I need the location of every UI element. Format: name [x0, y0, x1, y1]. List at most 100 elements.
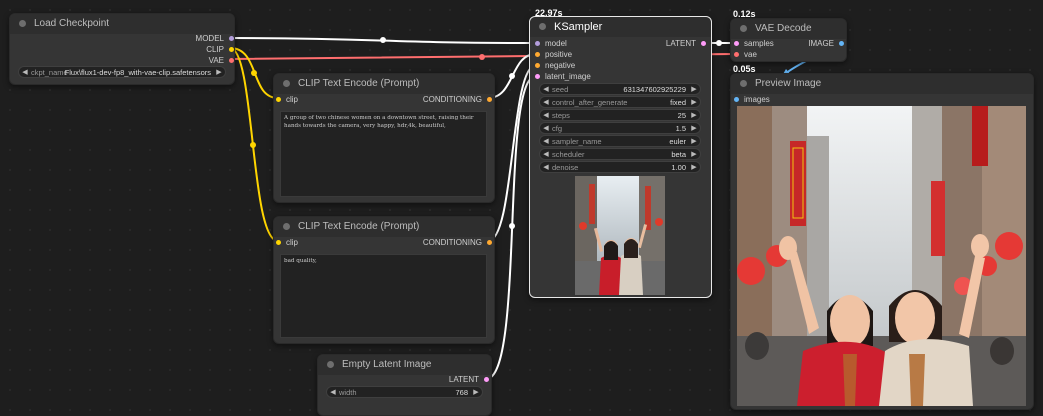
- clip-text-encode-negative-node[interactable]: CLIP Text Encode (Prompt) clip CONDITION…: [273, 216, 495, 344]
- preview-image-title-text: Preview Image: [755, 78, 822, 89]
- wire-samples-midpoint: [716, 40, 722, 46]
- collapse-dot-icon[interactable]: [19, 20, 26, 27]
- denoise-label: denoise: [552, 163, 579, 172]
- input-clip-neg[interactable]: clip: [276, 237, 298, 249]
- arrow-right-icon[interactable]: ▶: [215, 67, 223, 79]
- arrow-right-icon[interactable]: ▶: [690, 149, 698, 161]
- vae-decode-node[interactable]: VAE Decode samples vae IMAGE: [730, 18, 847, 62]
- load-checkpoint-title[interactable]: Load Checkpoint: [10, 14, 234, 34]
- arrow-left-icon[interactable]: ◀: [21, 67, 29, 79]
- arrow-left-icon[interactable]: ◀: [542, 84, 550, 96]
- control-after-generate-value: fixed: [670, 98, 686, 107]
- scheduler-value: beta: [671, 150, 686, 159]
- vae-decode-title[interactable]: VAE Decode: [731, 19, 846, 39]
- input-vae[interactable]: vae: [734, 49, 757, 61]
- output-conditioning-pos-label: CONDITIONING: [422, 95, 482, 104]
- input-images[interactable]: images: [734, 94, 770, 106]
- wire-clip-pos-midpoint: [251, 70, 257, 76]
- sampler-name-widget[interactable]: ◀ sampler_name euler ▶: [539, 135, 701, 147]
- ksampler-timing: 22.97s: [535, 8, 563, 18]
- wire-model: [229, 37, 537, 44]
- sampler-name-label: sampler_name: [552, 137, 602, 146]
- collapse-dot-icon[interactable]: [740, 80, 747, 87]
- scheduler-widget[interactable]: ◀ scheduler beta ▶: [539, 148, 701, 160]
- collapse-dot-icon[interactable]: [327, 361, 334, 368]
- denoise-value: 1.00: [671, 163, 686, 172]
- arrow-left-icon[interactable]: ◀: [542, 110, 550, 122]
- input-latent-dot-icon[interactable]: [535, 74, 540, 79]
- seed-widget[interactable]: ◀ seed 631347602925229 ▶: [539, 83, 701, 95]
- arrow-left-icon[interactable]: ◀: [542, 149, 550, 161]
- output-conditioning-dot-icon[interactable]: [487, 240, 492, 245]
- input-clip-pos[interactable]: clip: [276, 94, 298, 106]
- output-conditioning-dot-icon[interactable]: [487, 97, 492, 102]
- wire-vae-midpoint: [479, 54, 485, 60]
- negative-prompt-textarea[interactable]: bad quality,: [280, 254, 487, 338]
- street-photo-image: [737, 106, 1026, 406]
- ksampler-node[interactable]: KSampler model positive negative latent_…: [529, 16, 712, 298]
- input-positive-dot-icon[interactable]: [535, 52, 540, 57]
- output-latent-dot-icon[interactable]: [701, 41, 706, 46]
- positive-prompt-textarea[interactable]: A group of two chinese women on a downto…: [280, 111, 487, 197]
- clip-pos-title[interactable]: CLIP Text Encode (Prompt): [274, 74, 494, 94]
- input-clip-dot-icon[interactable]: [276, 97, 281, 102]
- output-latent-ksampler[interactable]: LATENT: [666, 38, 706, 50]
- collapse-dot-icon[interactable]: [740, 25, 747, 32]
- output-latent-ksampler-label: LATENT: [665, 39, 696, 48]
- output-clip-dot-icon[interactable]: [229, 47, 234, 52]
- control-after-generate-widget[interactable]: ◀ control_after_generate fixed ▶: [539, 96, 701, 108]
- arrow-right-icon[interactable]: ▶: [690, 84, 698, 96]
- arrow-right-icon[interactable]: ▶: [690, 162, 698, 174]
- collapse-dot-icon[interactable]: [283, 80, 290, 87]
- input-images-dot-icon[interactable]: [734, 97, 739, 102]
- collapse-dot-icon[interactable]: [539, 23, 546, 30]
- output-latent-empty[interactable]: LATENT: [449, 374, 489, 386]
- output-conditioning-pos[interactable]: CONDITIONING: [423, 94, 492, 106]
- empty-latent-image-node[interactable]: Empty Latent Image LATENT ◀ width 768 ▶: [317, 354, 492, 416]
- empty-latent-title[interactable]: Empty Latent Image: [318, 355, 491, 375]
- input-clip-dot-icon[interactable]: [276, 240, 281, 245]
- arrow-left-icon[interactable]: ◀: [329, 387, 337, 399]
- steps-widget[interactable]: ◀ steps 25 ▶: [539, 109, 701, 121]
- width-label: width: [339, 388, 357, 397]
- arrow-left-icon[interactable]: ◀: [542, 97, 550, 109]
- input-model-dot-icon[interactable]: [535, 41, 540, 46]
- arrow-right-icon[interactable]: ▶: [690, 136, 698, 148]
- output-conditioning-neg[interactable]: CONDITIONING: [423, 237, 492, 249]
- input-images-label: images: [744, 95, 770, 104]
- input-samples-dot-icon[interactable]: [734, 41, 739, 46]
- arrow-right-icon[interactable]: ▶: [690, 97, 698, 109]
- arrow-right-icon[interactable]: ▶: [690, 110, 698, 122]
- input-samples-label: samples: [744, 39, 774, 48]
- arrow-right-icon[interactable]: ▶: [472, 387, 480, 399]
- load-checkpoint-title-text: Load Checkpoint: [34, 18, 110, 29]
- arrow-left-icon[interactable]: ◀: [542, 136, 550, 148]
- denoise-widget[interactable]: ◀ denoise 1.00 ▶: [539, 161, 701, 173]
- input-negative-dot-icon[interactable]: [535, 63, 540, 68]
- input-vae-dot-icon[interactable]: [734, 52, 739, 57]
- seed-label: seed: [552, 85, 569, 94]
- ckpt-name-value: Flux\flux1-dev-fp8_with-vae-clip.safeten…: [64, 68, 211, 77]
- arrow-left-icon[interactable]: ◀: [542, 123, 550, 135]
- ksampler-title[interactable]: KSampler: [530, 17, 711, 37]
- width-widget[interactable]: ◀ width 768 ▶: [326, 386, 483, 398]
- output-latent-dot-icon[interactable]: [484, 377, 489, 382]
- clip-neg-title[interactable]: CLIP Text Encode (Prompt): [274, 217, 494, 237]
- input-latent-image[interactable]: latent_image: [535, 71, 591, 83]
- cfg-widget[interactable]: ◀ cfg 1.5 ▶: [539, 122, 701, 134]
- output-vae-dot-icon[interactable]: [229, 58, 234, 63]
- output-image[interactable]: IMAGE: [808, 38, 844, 50]
- output-model-dot-icon[interactable]: [229, 36, 234, 41]
- steps-value: 25: [677, 111, 686, 120]
- clip-text-encode-positive-node[interactable]: CLIP Text Encode (Prompt) clip CONDITION…: [273, 73, 495, 203]
- output-image-dot-icon[interactable]: [839, 41, 844, 46]
- arrow-left-icon[interactable]: ◀: [542, 162, 550, 174]
- ckpt-name-widget[interactable]: ◀ ckpt_name Flux\flux1-dev-fp8_with-vae-…: [18, 66, 226, 78]
- ksampler-preview-thumbnail: [575, 176, 665, 295]
- collapse-dot-icon[interactable]: [283, 223, 290, 230]
- arrow-right-icon[interactable]: ▶: [690, 123, 698, 135]
- load-checkpoint-node[interactable]: Load Checkpoint MODEL CLIP VAE ◀ ckpt_na…: [9, 13, 235, 85]
- clip-neg-title-text: CLIP Text Encode (Prompt): [298, 221, 420, 232]
- preview-image-title[interactable]: Preview Image: [731, 74, 1033, 94]
- preview-image-node[interactable]: Preview Image images: [730, 73, 1034, 410]
